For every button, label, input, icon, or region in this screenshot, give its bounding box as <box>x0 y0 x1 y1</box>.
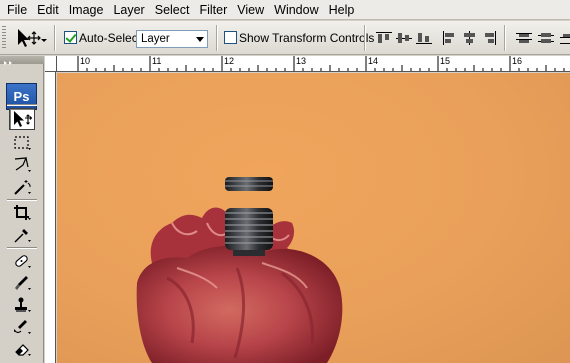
tool-preset-picker[interactable] <box>10 26 48 50</box>
distribute-vertical-centers-icon[interactable] <box>538 31 554 45</box>
menu-filter[interactable]: Filter <box>194 0 232 20</box>
horizontal-ruler[interactable]: 10 11 12 13 14 15 16 <box>45 56 570 72</box>
ruler-label: 15 <box>440 56 451 66</box>
eyedropper-tool-icon[interactable] <box>9 224 35 246</box>
menu-bar: File Edit Image Layer Select Filter View… <box>0 0 570 20</box>
ruler-label: 16 <box>512 56 523 66</box>
align-right-edges-icon[interactable] <box>482 31 498 45</box>
align-bottom-edges-icon[interactable] <box>416 31 432 45</box>
ruler-label: 13 <box>296 56 307 66</box>
ruler-label: 10 <box>80 56 91 66</box>
vertical-ruler[interactable] <box>45 72 56 363</box>
ruler-label: 14 <box>368 56 379 66</box>
toolbox-title-bar[interactable] <box>0 56 44 65</box>
distribute-bottom-icon[interactable] <box>560 31 570 45</box>
move-tool-icon[interactable] <box>9 108 35 130</box>
menu-edit[interactable]: Edit <box>32 0 64 20</box>
clone-stamp-tool-icon[interactable] <box>9 294 35 316</box>
brush-tool-icon[interactable] <box>9 272 35 294</box>
anatomical-heart-with-bellows-connector-image <box>136 177 343 363</box>
toolbox-separator <box>7 199 37 201</box>
options-separator <box>504 25 506 51</box>
auto-select-dropdown[interactable]: Layer <box>136 30 208 48</box>
ruler-origin[interactable] <box>45 56 57 72</box>
toolbox: Ps <box>0 56 44 363</box>
marquee-tool-icon[interactable] <box>9 132 35 154</box>
align-top-edges-icon[interactable] <box>376 31 392 45</box>
auto-select-label: Auto-Select: <box>79 31 145 45</box>
menu-layer[interactable]: Layer <box>108 0 149 20</box>
menu-view[interactable]: View <box>232 0 269 20</box>
align-left-edges-icon[interactable] <box>442 31 458 45</box>
healing-brush-tool-icon[interactable] <box>9 250 35 272</box>
show-transform-controls-checkbox[interactable] <box>224 31 237 44</box>
document-canvas[interactable] <box>57 73 570 363</box>
magic-wand-tool-icon[interactable] <box>9 176 35 198</box>
chevron-down-icon <box>196 37 204 42</box>
options-separator <box>364 25 366 51</box>
toolbox-separator <box>7 247 37 249</box>
eraser-tool-icon[interactable] <box>9 338 35 360</box>
auto-select-checkbox[interactable] <box>64 31 77 44</box>
crop-tool-icon[interactable] <box>9 202 35 224</box>
align-horizontal-centers-icon[interactable] <box>462 31 478 45</box>
align-vertical-centers-icon[interactable] <box>396 31 412 45</box>
options-separator <box>216 25 218 51</box>
ruler-label: 12 <box>224 56 235 66</box>
distribute-top-icon[interactable] <box>516 31 532 45</box>
ruler-label: 11 <box>152 56 162 66</box>
menu-file[interactable]: File <box>2 0 32 20</box>
options-bar-grip[interactable] <box>2 26 6 50</box>
options-separator <box>54 25 56 51</box>
menu-help[interactable]: Help <box>324 0 360 20</box>
menu-window[interactable]: Window <box>269 0 323 20</box>
menu-image[interactable]: Image <box>64 0 109 20</box>
auto-select-value: Layer <box>141 33 170 45</box>
show-transform-controls-label: Show Transform Controls <box>239 31 375 45</box>
move-tool-icon <box>18 29 47 47</box>
history-brush-tool-icon[interactable] <box>9 316 35 338</box>
toolbox-separator <box>7 104 37 106</box>
lasso-tool-icon[interactable] <box>9 154 35 176</box>
menu-select[interactable]: Select <box>150 0 195 20</box>
